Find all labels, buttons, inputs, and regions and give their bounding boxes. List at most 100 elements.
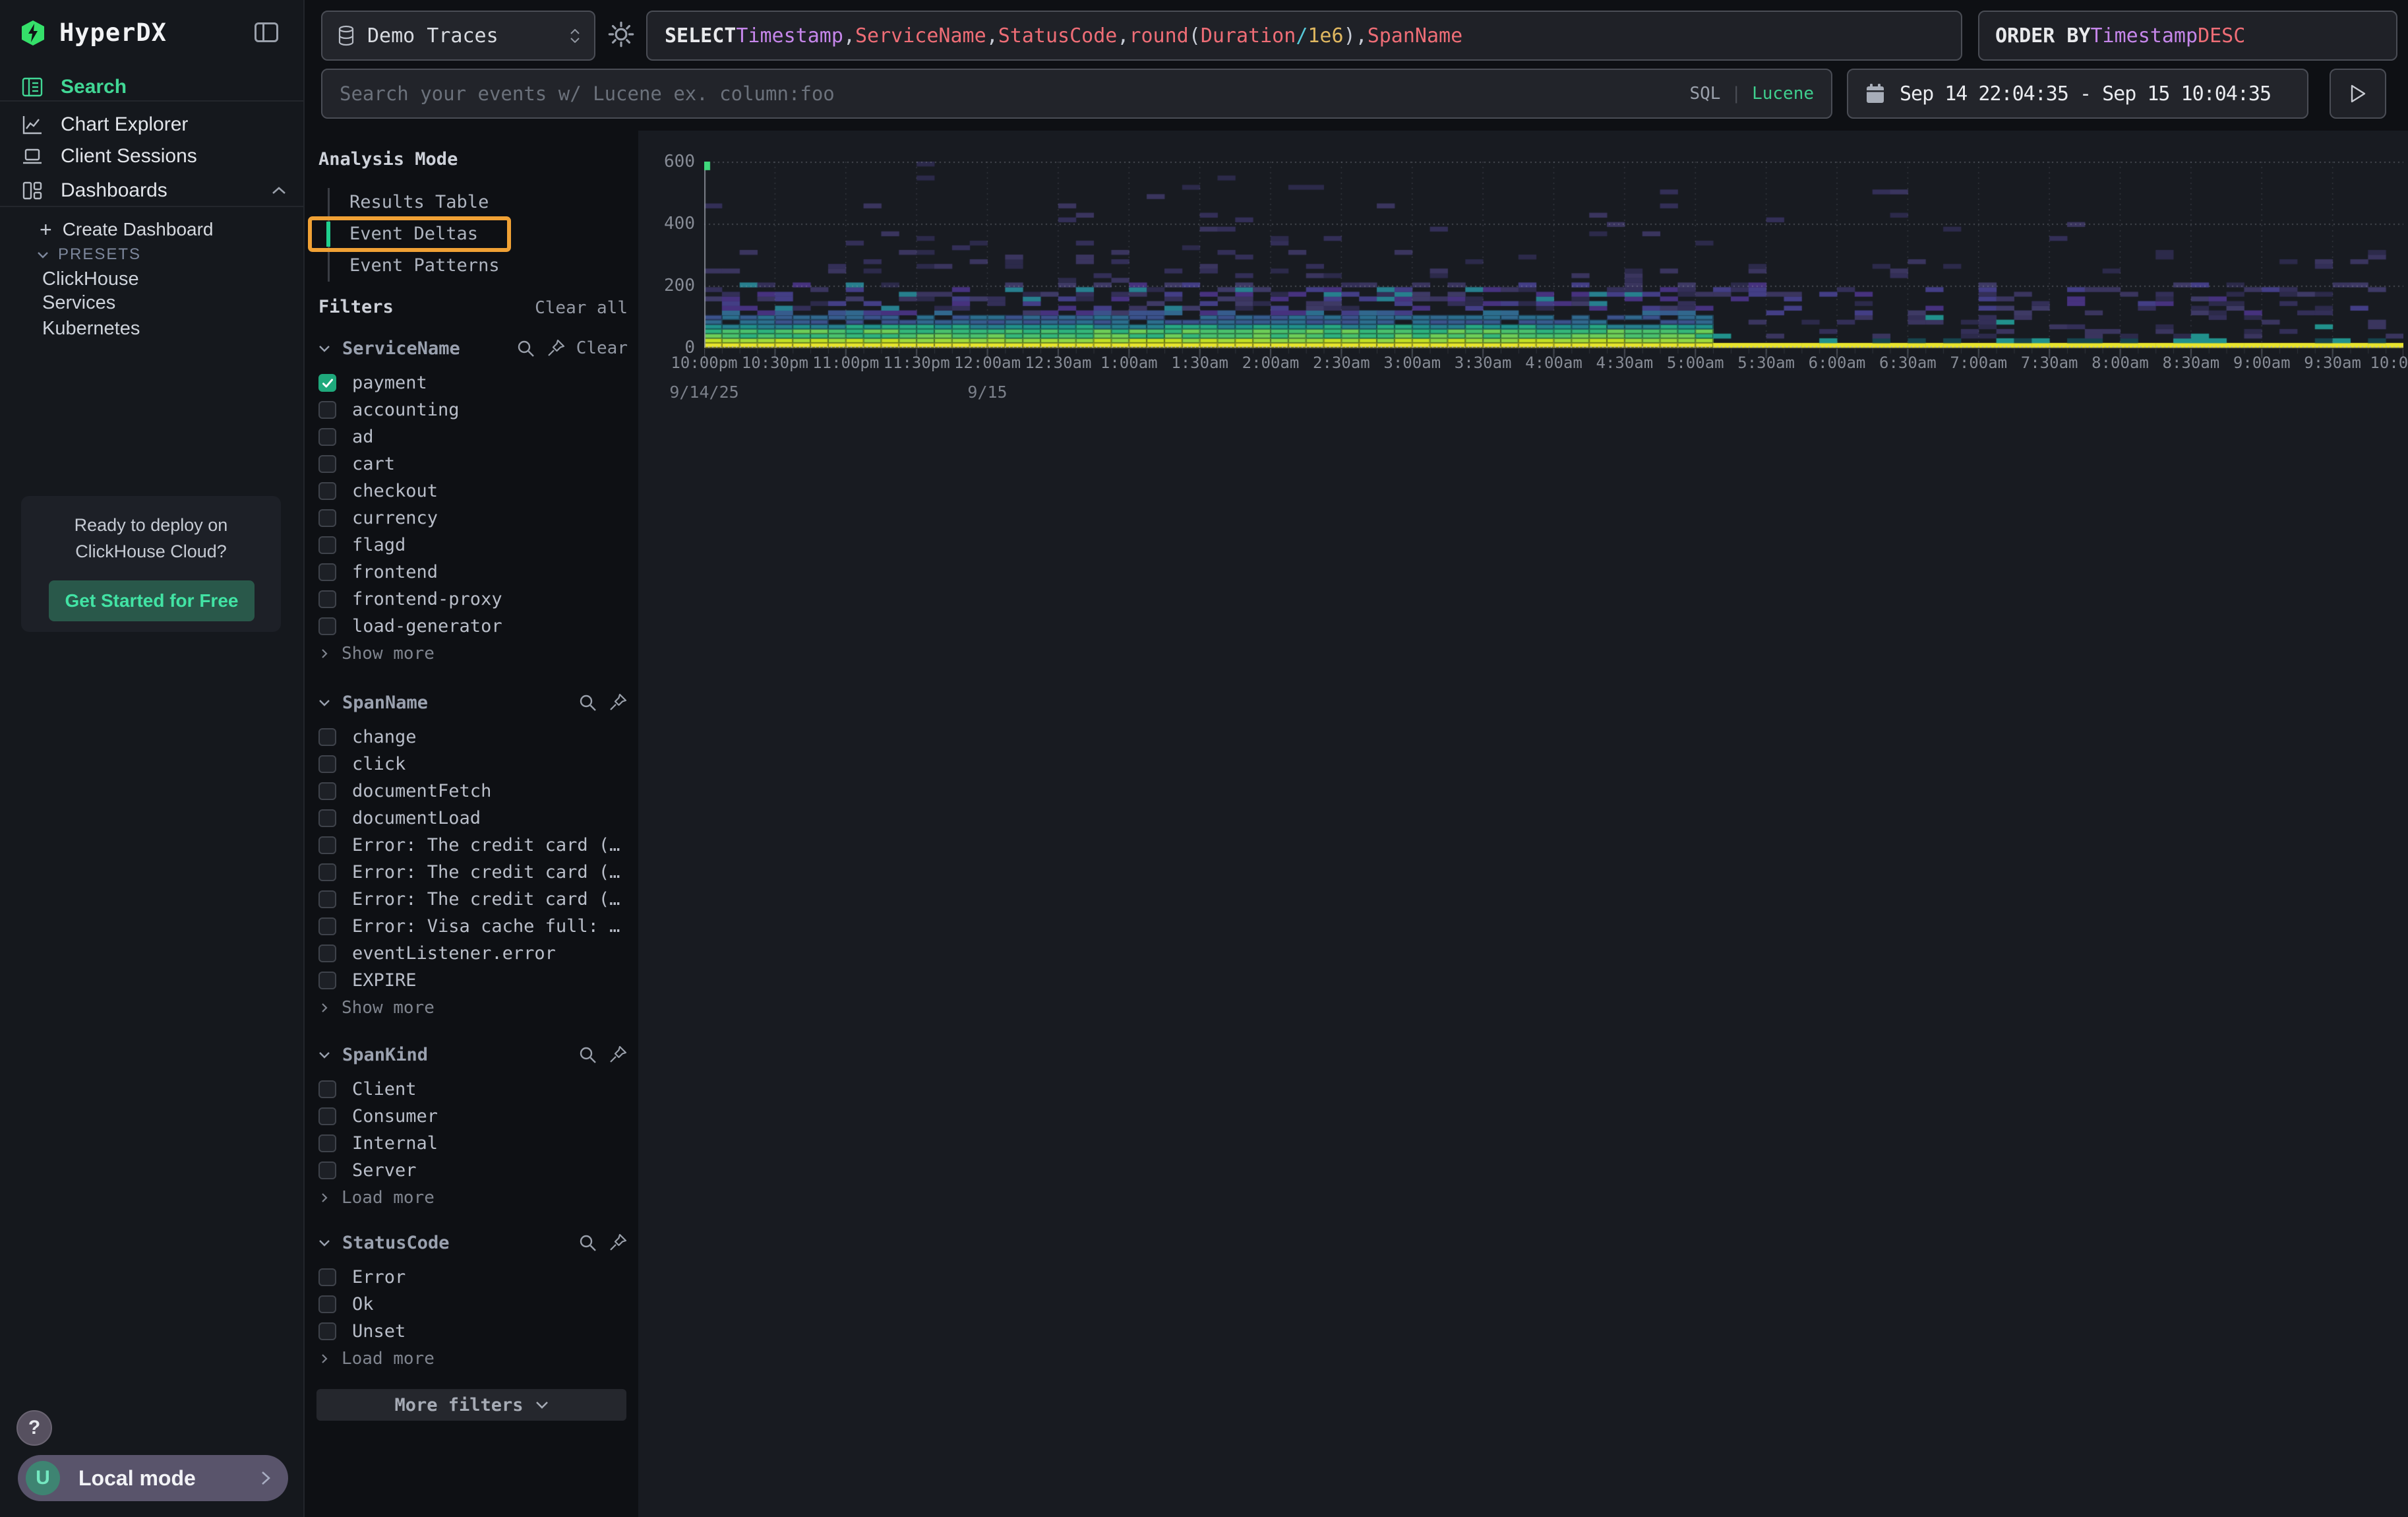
source-settings-button[interactable] <box>603 16 640 53</box>
filter-item-client[interactable]: Client <box>305 1076 638 1103</box>
app-logo[interactable]: HyperDX <box>20 18 167 47</box>
chevron-down-icon[interactable] <box>318 1239 330 1247</box>
time-range-picker[interactable]: Sep 14 22:04:35 - Sep 15 10:04:35 <box>1847 69 2308 119</box>
search-icon[interactable] <box>516 338 535 358</box>
filter-option-label: Unset <box>352 1321 406 1342</box>
show-more-button[interactable]: Load more <box>305 1184 638 1211</box>
checkbox[interactable] <box>318 782 336 800</box>
checkbox[interactable] <box>318 482 336 500</box>
checkbox[interactable] <box>318 917 336 935</box>
filter-item-accounting[interactable]: accounting <box>305 396 638 423</box>
chevron-down-icon[interactable] <box>318 699 330 706</box>
filter-item-cart[interactable]: cart <box>305 450 638 478</box>
checkbox[interactable] <box>318 809 336 827</box>
filter-item-frontend-proxy[interactable]: frontend-proxy <box>305 586 638 613</box>
filter-item-error-the-credit-card[interactable]: Error: The credit card (… <box>305 859 638 886</box>
user-menu[interactable]: U Local mode <box>18 1455 288 1501</box>
chevron-up-icon[interactable] <box>272 187 286 195</box>
sidebar-item-client-sessions[interactable]: Client Sessions <box>0 141 303 171</box>
filter-item-change[interactable]: change <box>305 724 638 751</box>
checkbox[interactable] <box>318 944 336 962</box>
checkbox[interactable] <box>318 455 336 473</box>
sidebar-item-dashboards[interactable]: Dashboards <box>0 175 303 206</box>
collapse-sidebar-icon[interactable] <box>255 22 278 42</box>
checkbox[interactable] <box>318 590 336 608</box>
filter-item-ok[interactable]: Ok <box>305 1291 638 1318</box>
checkbox[interactable] <box>318 890 336 908</box>
filter-item-error[interactable]: Error <box>305 1264 638 1291</box>
checkbox[interactable] <box>318 401 336 419</box>
filter-item-error-the-credit-card[interactable]: Error: The credit card (… <box>305 886 638 913</box>
run-query-button[interactable] <box>2330 69 2386 119</box>
filter-item-checkout[interactable]: checkout <box>305 478 638 505</box>
checkbox[interactable] <box>318 836 336 854</box>
get-started-button[interactable]: Get Started for Free <box>49 580 255 621</box>
filter-item-currency[interactable]: currency <box>305 505 638 532</box>
checkbox[interactable] <box>318 1268 336 1286</box>
search-icon[interactable] <box>578 1233 597 1253</box>
search-icon[interactable] <box>578 1045 597 1065</box>
filter-item-documentfetch[interactable]: documentFetch <box>305 778 638 805</box>
checkbox[interactable] <box>318 374 336 392</box>
checkbox[interactable] <box>318 863 336 881</box>
checkbox[interactable] <box>318 617 336 635</box>
pin-icon[interactable] <box>608 1233 628 1253</box>
filter-item-internal[interactable]: Internal <box>305 1130 638 1157</box>
checkbox[interactable] <box>318 536 336 554</box>
filter-item-eventlistener-error[interactable]: eventListener.error <box>305 940 638 967</box>
checkbox[interactable] <box>318 728 336 746</box>
analysis-option-event-patterns[interactable]: Event Patterns <box>310 250 509 282</box>
pin-icon[interactable] <box>608 693 628 712</box>
chevron-down-icon[interactable] <box>318 345 330 352</box>
filter-item-unset[interactable]: Unset <box>305 1318 638 1345</box>
sql-select-editor[interactable]: SELECT Timestamp, ServiceName, StatusCod… <box>646 11 1962 61</box>
show-more-button[interactable]: Show more <box>305 640 638 667</box>
checkbox[interactable] <box>318 428 336 446</box>
checkbox[interactable] <box>318 1295 336 1313</box>
checkbox[interactable] <box>318 972 336 989</box>
pin-icon[interactable] <box>546 338 566 358</box>
preset-services[interactable]: Services <box>0 288 303 317</box>
sidebar-item-chart-explorer[interactable]: Chart Explorer <box>0 109 303 140</box>
filter-item-payment[interactable]: payment <box>305 369 638 396</box>
y-tick-label: 600 <box>638 152 695 171</box>
checkbox[interactable] <box>318 563 336 581</box>
filter-item-frontend[interactable]: frontend <box>305 559 638 586</box>
source-select[interactable]: Demo Traces <box>321 11 595 61</box>
chevron-down-icon[interactable] <box>318 1051 330 1059</box>
filter-item-load-generator[interactable]: load-generator <box>305 613 638 640</box>
filter-item-expire[interactable]: EXPIRE <box>305 967 638 994</box>
filter-item-error-visa-cache-full[interactable]: Error: Visa cache full: … <box>305 913 638 940</box>
checkbox[interactable] <box>318 1107 336 1125</box>
filter-item-error-the-credit-card[interactable]: Error: The credit card (… <box>305 832 638 859</box>
show-more-button[interactable]: Show more <box>305 994 638 1021</box>
analysis-option-results-table[interactable]: Results Table <box>310 187 509 218</box>
more-filters-button[interactable]: More filters <box>316 1389 626 1421</box>
mode-lucene-button[interactable]: Lucene <box>1752 84 1814 104</box>
show-more-button[interactable]: Load more <box>305 1345 638 1372</box>
filter-item-documentload[interactable]: documentLoad <box>305 805 638 832</box>
filter-group-clear-button[interactable]: Clear <box>576 338 628 358</box>
checkbox[interactable] <box>318 1134 336 1152</box>
search-input[interactable]: Search your events w/ Lucene ex. column:… <box>321 69 1832 119</box>
analysis-option-event-deltas[interactable]: Event Deltas <box>310 218 509 250</box>
clear-all-filters-button[interactable]: Clear all <box>535 298 628 318</box>
checkbox[interactable] <box>318 755 336 773</box>
filter-item-server[interactable]: Server <box>305 1157 638 1184</box>
filter-item-click[interactable]: click <box>305 751 638 778</box>
checkbox[interactable] <box>318 1161 336 1179</box>
search-icon[interactable] <box>578 693 597 712</box>
filter-item-ad[interactable]: ad <box>305 423 638 450</box>
help-button[interactable]: ? <box>16 1410 52 1446</box>
checkbox[interactable] <box>318 1080 336 1098</box>
filter-item-consumer[interactable]: Consumer <box>305 1103 638 1130</box>
checkbox[interactable] <box>318 509 336 527</box>
pin-icon[interactable] <box>608 1045 628 1065</box>
mode-sql-button[interactable]: SQL <box>1689 84 1720 104</box>
duration-heatmap[interactable] <box>704 162 2403 359</box>
sql-orderby-editor[interactable]: ORDER BY Timestamp DESC <box>1978 11 2397 61</box>
preset-kubernetes[interactable]: Kubernetes <box>0 314 303 343</box>
filter-item-flagd[interactable]: flagd <box>305 532 638 559</box>
checkbox[interactable] <box>318 1322 336 1340</box>
sidebar-item-search[interactable]: Search <box>0 72 303 102</box>
